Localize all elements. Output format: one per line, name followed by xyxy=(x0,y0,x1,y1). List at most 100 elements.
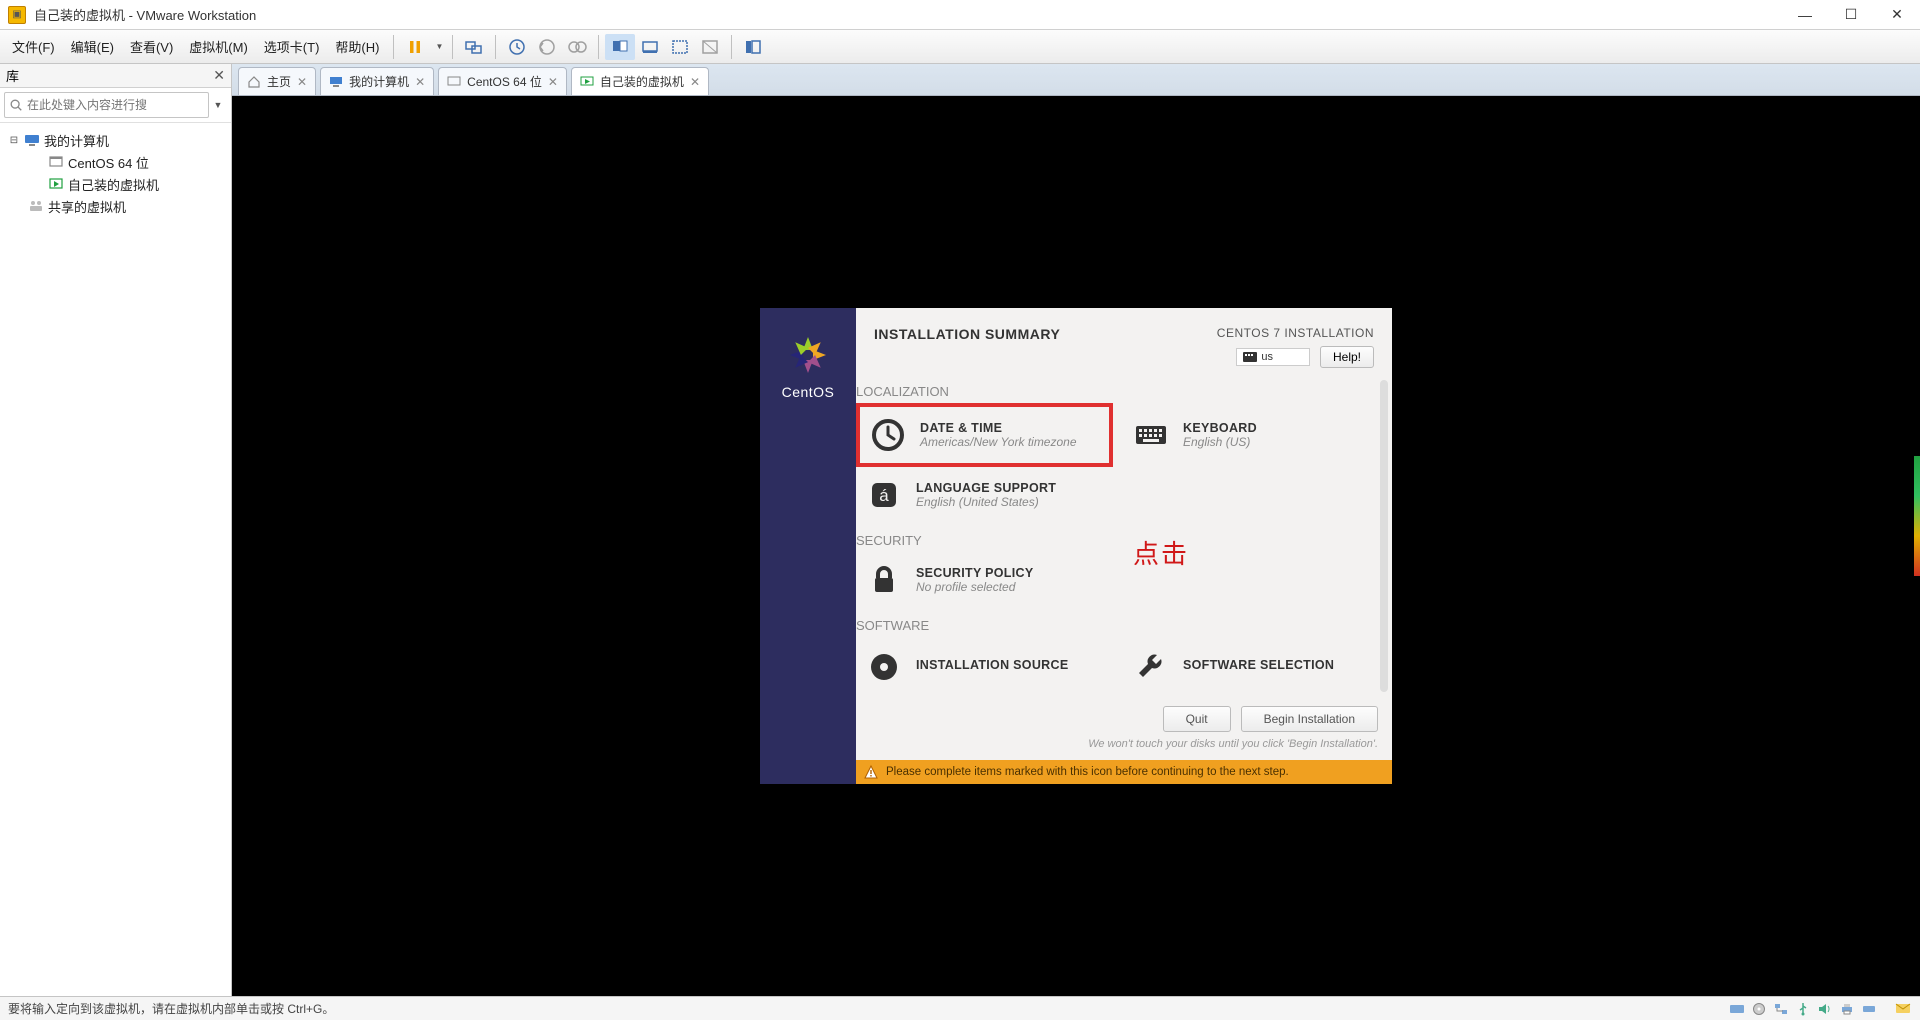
content-area: 主页 ✕ 我的计算机 ✕ CentOS 64 位 ✕ 自己装的虚拟机 ✕ xyxy=(232,64,1920,996)
tree-node-my-vm[interactable]: 自己装的虚拟机 xyxy=(4,173,227,195)
keyboard-indicator[interactable]: us xyxy=(1236,348,1310,366)
tray-network-icon[interactable] xyxy=(1772,1001,1790,1017)
library-close-button[interactable]: ✕ xyxy=(213,67,225,84)
shared-icon xyxy=(28,198,44,214)
tab-my-computer[interactable]: 我的计算机 ✕ xyxy=(320,67,434,95)
tray-cd-icon[interactable] xyxy=(1750,1001,1768,1017)
spoke-language[interactable]: á LANGUAGE SUPPORT English (United State… xyxy=(856,467,1113,523)
tray-message-icon[interactable] xyxy=(1894,1001,1912,1017)
tab-close-button[interactable]: ✕ xyxy=(690,75,700,89)
power-dropdown[interactable]: ▼ xyxy=(430,34,446,60)
tab-home[interactable]: 主页 ✕ xyxy=(238,67,316,95)
computer-icon xyxy=(329,75,343,89)
tray xyxy=(1728,1001,1912,1017)
installer-footer: Quit Begin Installation We won't touch y… xyxy=(856,698,1392,760)
library-search-input[interactable] xyxy=(27,98,204,112)
installer-scrollbar[interactable] xyxy=(1380,380,1388,692)
search-icon xyxy=(9,98,23,112)
tab-centos64[interactable]: CentOS 64 位 ✕ xyxy=(438,67,567,95)
tray-disk-icon[interactable] xyxy=(1728,1001,1746,1017)
minimize-button[interactable]: — xyxy=(1782,0,1828,30)
help-button[interactable]: Help! xyxy=(1320,346,1374,368)
warning-text: Please complete items marked with this i… xyxy=(886,766,1289,778)
tree-node-my-computer[interactable]: ⊟ 我的计算机 xyxy=(4,129,227,151)
main-area: 库 ✕ ▼ ⊟ 我的计算机 CentOS 64 位 自己装的虚拟机 xyxy=(0,64,1920,996)
vm-running-icon xyxy=(580,75,594,89)
begin-installation-button[interactable]: Begin Installation xyxy=(1241,706,1378,732)
library-toggle-button[interactable] xyxy=(738,34,768,60)
tab-label: 主页 xyxy=(267,73,291,90)
send-ctrl-alt-del-button[interactable] xyxy=(459,34,489,60)
unity-button[interactable] xyxy=(695,34,725,60)
tab-close-button[interactable]: ✕ xyxy=(548,75,558,89)
statusbar: 要将输入定向到该虚拟机，请在虚拟机内部单击或按 Ctrl+G。 xyxy=(0,996,1920,1020)
tab-my-vm[interactable]: 自己装的虚拟机 ✕ xyxy=(571,67,709,95)
view-console-button[interactable] xyxy=(605,34,635,60)
spoke-date-time[interactable]: DATE & TIME Americas/New York timezone xyxy=(856,403,1113,467)
spoke-software-selection[interactable]: SOFTWARE SELECTION xyxy=(1123,637,1380,693)
svg-text:á: á xyxy=(879,486,889,505)
menu-edit[interactable]: 编辑(E) xyxy=(63,33,122,60)
spoke-installation-source[interactable]: INSTALLATION SOURCE xyxy=(856,637,1113,693)
library-tree: ⊟ 我的计算机 CentOS 64 位 自己装的虚拟机 共享的虚拟机 xyxy=(0,123,231,223)
spoke-security-policy[interactable]: SECURITY POLICY No profile selected xyxy=(856,552,1113,608)
section-localization: LOCALIZATION xyxy=(856,374,1380,403)
separator xyxy=(393,35,394,59)
installer-product: CENTOS 7 INSTALLATION xyxy=(1217,326,1374,340)
tray-drive-icon[interactable] xyxy=(1860,1001,1878,1017)
tray-usb-icon[interactable] xyxy=(1794,1001,1812,1017)
tab-close-button[interactable]: ✕ xyxy=(297,75,307,89)
pause-button[interactable] xyxy=(400,34,430,60)
vm-running-icon xyxy=(48,176,64,192)
library-header: 库 ✕ xyxy=(0,64,231,88)
fullscreen-button[interactable] xyxy=(665,34,695,60)
separator xyxy=(731,35,732,59)
tray-sound-icon[interactable] xyxy=(1816,1001,1834,1017)
centos-brand-text: CentOS xyxy=(782,384,835,400)
vm-viewport[interactable]: CentOS INSTALLATION SUMMARY CENTOS 7 INS… xyxy=(232,96,1920,996)
snapshot-revert-button[interactable] xyxy=(532,34,562,60)
edge-color-strip xyxy=(1914,456,1920,576)
menu-vm[interactable]: 虚拟机(M) xyxy=(181,33,256,60)
installer-main: INSTALLATION SUMMARY CENTOS 7 INSTALLATI… xyxy=(856,308,1392,784)
menu-tabs[interactable]: 选项卡(T) xyxy=(256,33,328,60)
centos-installer: CentOS INSTALLATION SUMMARY CENTOS 7 INS… xyxy=(760,308,1392,784)
tray-printer-icon[interactable] xyxy=(1838,1001,1856,1017)
tree-collapse-icon[interactable]: ⊟ xyxy=(8,135,20,146)
tab-label: 我的计算机 xyxy=(349,73,409,90)
spoke-title: SECURITY POLICY xyxy=(916,566,1033,580)
spoke-keyboard[interactable]: KEYBOARD English (US) xyxy=(1123,403,1380,467)
app-icon: ▣ xyxy=(8,6,26,24)
home-icon xyxy=(247,75,261,89)
wrench-icon xyxy=(1131,645,1171,685)
tabs-row: 主页 ✕ 我的计算机 ✕ CentOS 64 位 ✕ 自己装的虚拟机 ✕ xyxy=(232,64,1920,96)
spoke-title: INSTALLATION SOURCE xyxy=(916,658,1068,672)
library-title: 库 xyxy=(6,66,19,85)
installer-header: INSTALLATION SUMMARY CENTOS 7 INSTALLATI… xyxy=(856,308,1392,374)
menubar: 文件(F) 编辑(E) 查看(V) 虚拟机(M) 选项卡(T) 帮助(H) ▼ xyxy=(0,30,1920,64)
section-security: SECURITY xyxy=(856,523,1380,552)
tree-label: 自己装的虚拟机 xyxy=(68,175,159,194)
installer-warning-bar: Please complete items marked with this i… xyxy=(856,760,1392,784)
lock-icon xyxy=(864,560,904,600)
view-thumbnail-button[interactable] xyxy=(635,34,665,60)
separator xyxy=(452,35,453,59)
quit-button[interactable]: Quit xyxy=(1163,706,1231,732)
tree-node-shared[interactable]: 共享的虚拟机 xyxy=(4,195,227,217)
menu-help[interactable]: 帮助(H) xyxy=(327,33,387,60)
close-button[interactable]: ✕ xyxy=(1874,0,1920,30)
maximize-button[interactable]: ☐ xyxy=(1828,0,1874,30)
library-search-dropdown[interactable]: ▼ xyxy=(209,100,227,110)
tab-close-button[interactable]: ✕ xyxy=(415,75,425,89)
tree-node-centos64[interactable]: CentOS 64 位 xyxy=(4,151,227,173)
menu-file[interactable]: 文件(F) xyxy=(4,33,63,60)
library-search[interactable] xyxy=(4,92,209,118)
window-controls: — ☐ ✕ xyxy=(1782,0,1920,30)
menu-view[interactable]: 查看(V) xyxy=(122,33,181,60)
tab-label: CentOS 64 位 xyxy=(467,73,542,90)
snapshot-manager-button[interactable] xyxy=(562,34,592,60)
library-panel: 库 ✕ ▼ ⊟ 我的计算机 CentOS 64 位 自己装的虚拟机 xyxy=(0,64,232,996)
spoke-title: KEYBOARD xyxy=(1183,421,1257,435)
installer-sidebar: CentOS xyxy=(760,308,856,784)
snapshot-take-button[interactable] xyxy=(502,34,532,60)
